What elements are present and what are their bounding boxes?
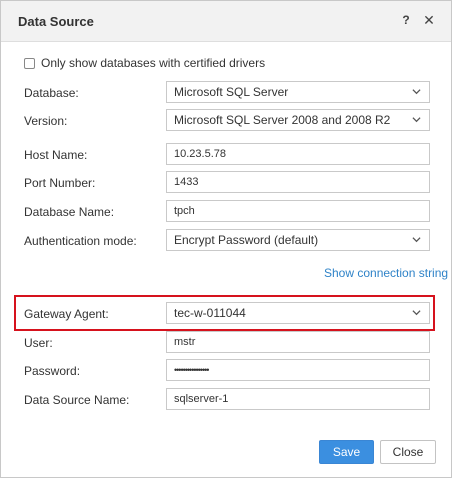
password-input[interactable]: ••••••••••••••••	[166, 359, 430, 381]
database-select[interactable]: Microsoft SQL Server	[166, 81, 430, 103]
chevron-down-icon	[412, 310, 421, 316]
gateway-agent-value: tec-w-011044	[174, 306, 246, 320]
gateway-agent-label: Gateway Agent:	[24, 307, 109, 321]
chevron-down-icon	[412, 117, 421, 123]
database-label: Database:	[24, 86, 79, 100]
data-source-dialog: Data Source ? ✕ Only show databases with…	[0, 0, 452, 478]
certified-drivers-checkbox[interactable]	[24, 57, 35, 69]
data-source-name-label: Data Source Name:	[24, 393, 130, 407]
help-icon[interactable]: ?	[400, 13, 412, 29]
host-name-input[interactable]: 10.23.5.78	[166, 143, 430, 165]
gateway-agent-select[interactable]: tec-w-011044	[166, 302, 430, 324]
password-label: Password:	[24, 364, 81, 378]
close-icon[interactable]: ✕	[422, 12, 436, 28]
dialog-title: Data Source	[18, 14, 94, 29]
host-name-label: Host Name:	[24, 148, 88, 162]
show-connection-string-link[interactable]: Show connection string	[324, 266, 448, 280]
certified-drivers-label: Only show databases with certified drive…	[41, 56, 266, 70]
version-select[interactable]: Microsoft SQL Server 2008 and 2008 R2	[166, 109, 430, 131]
close-button[interactable]: Close	[380, 440, 436, 464]
certified-drivers-option[interactable]: Only show databases with certified drive…	[24, 56, 265, 70]
auth-mode-select[interactable]: Encrypt Password (default)	[166, 229, 430, 251]
user-input[interactable]: mstr	[166, 331, 430, 353]
chevron-down-icon	[412, 89, 421, 95]
save-button[interactable]: Save	[319, 440, 374, 464]
database-value: Microsoft SQL Server	[174, 85, 289, 99]
version-value: Microsoft SQL Server 2008 and 2008 R2	[174, 113, 391, 127]
database-name-label: Database Name:	[24, 205, 115, 219]
port-number-input[interactable]: 1433	[166, 171, 430, 193]
user-label: User:	[24, 336, 53, 350]
data-source-name-input[interactable]: sqlserver-1	[166, 388, 430, 410]
dialog-titlebar: Data Source ? ✕	[1, 1, 451, 42]
database-name-input[interactable]: tpch	[166, 200, 430, 222]
version-label: Version:	[24, 114, 68, 128]
auth-mode-label: Authentication mode:	[24, 234, 137, 248]
chevron-down-icon	[412, 237, 421, 243]
auth-mode-value: Encrypt Password (default)	[174, 233, 319, 247]
port-number-label: Port Number:	[24, 176, 96, 190]
